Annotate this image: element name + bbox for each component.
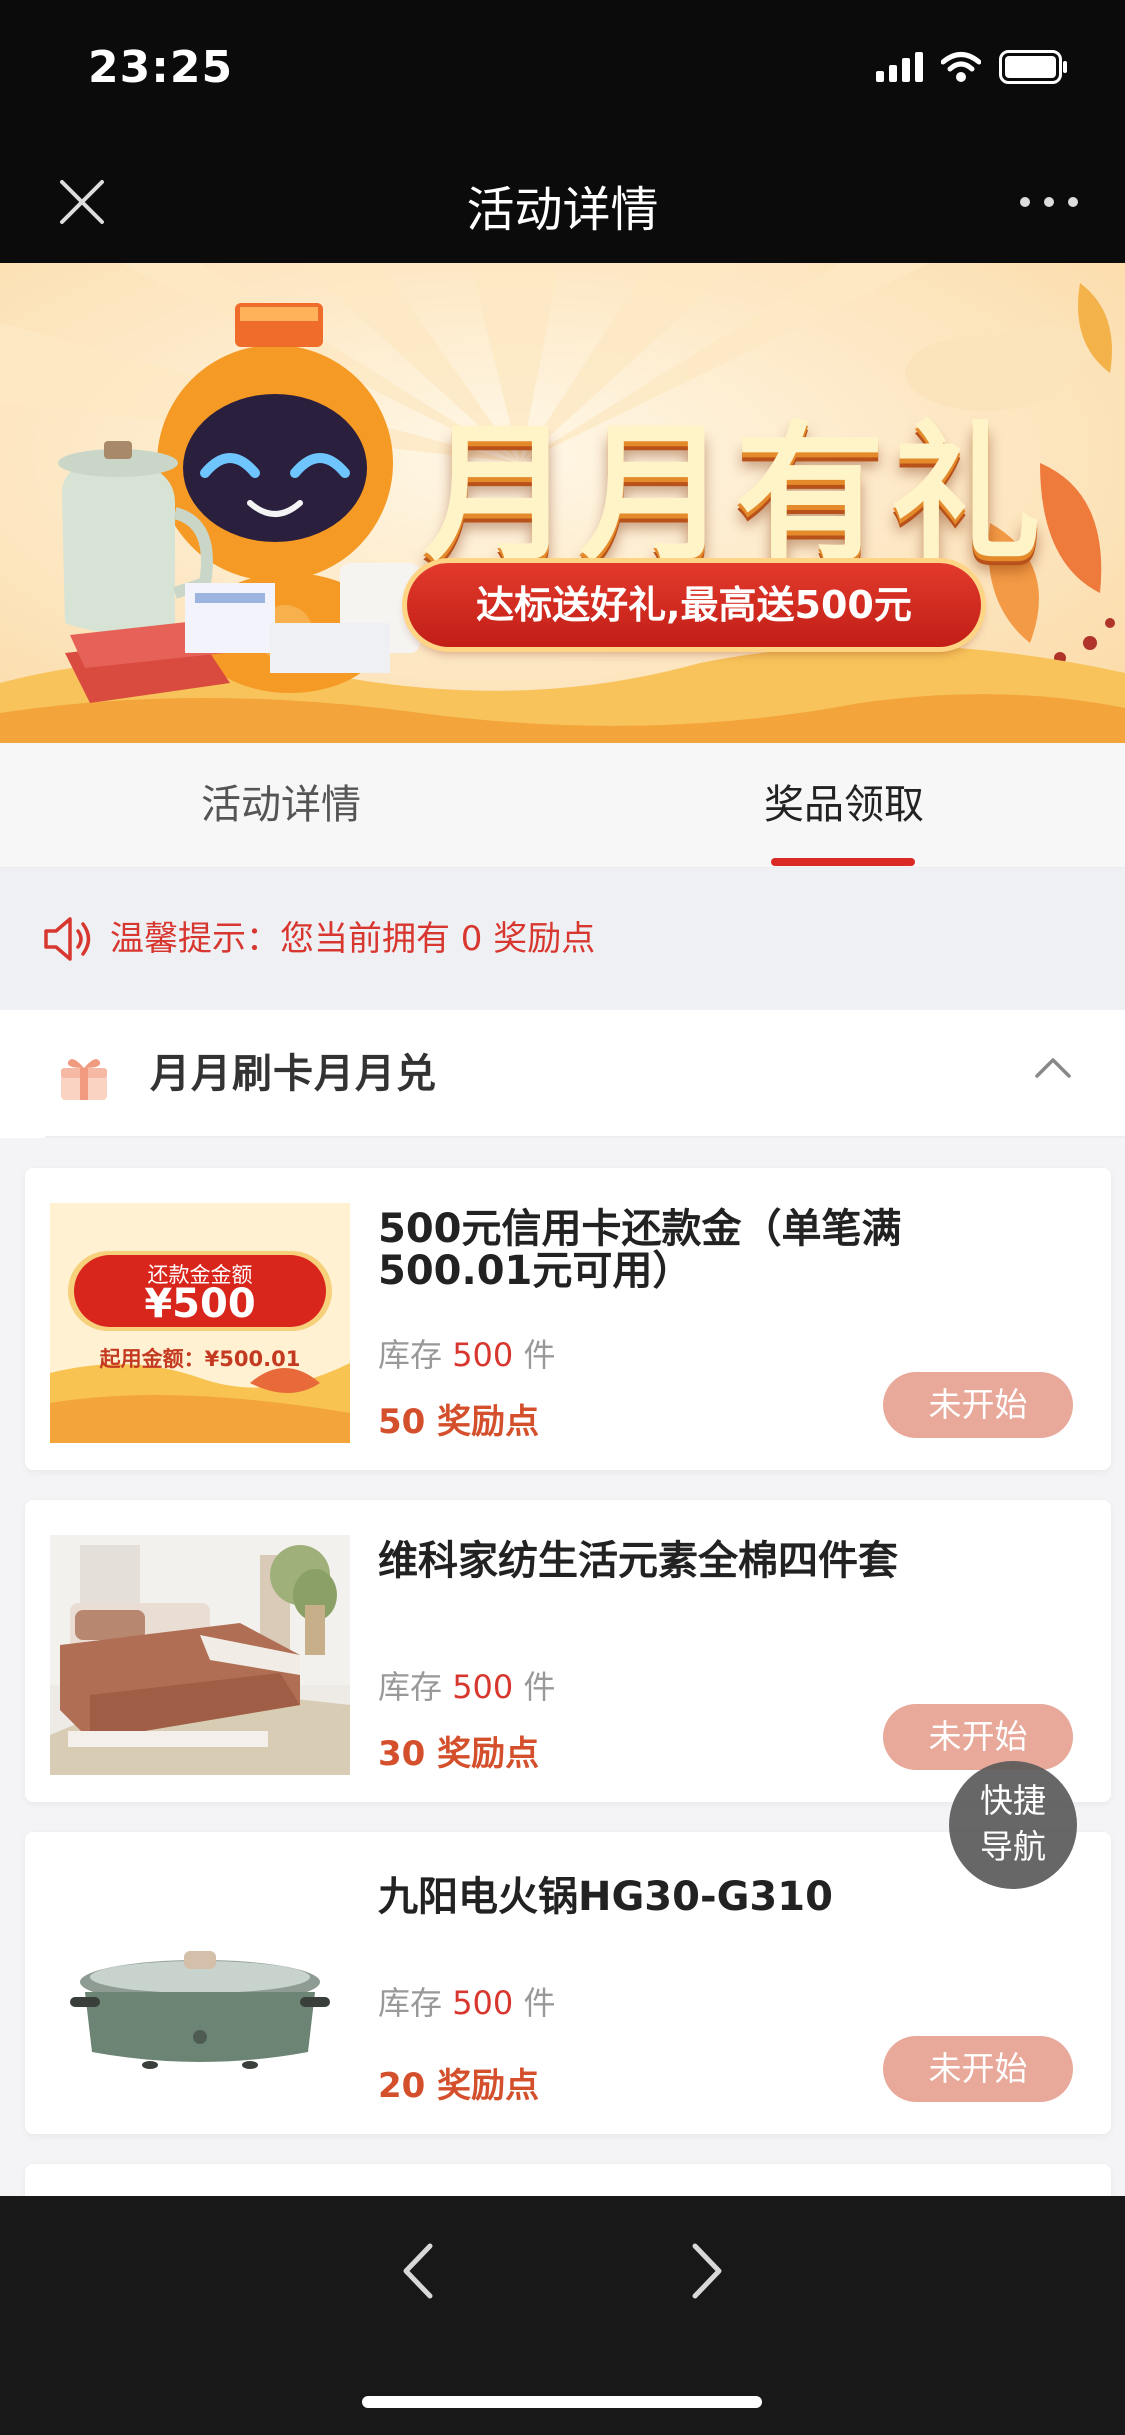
nav-bar: 活动详情 [0,140,1125,263]
browser-bottom-bar [0,2196,1125,2435]
page-title: 活动详情 [466,182,659,238]
tab-prize-claim[interactable]: 奖品领取 [563,743,1125,868]
product-points: 50 奖励点 [378,1402,540,1442]
product-image [50,1535,350,1775]
product-card[interactable]: 九阳电火锅HG30-G310 库存 500 件 20 奖励点 未开始 [25,1832,1111,2134]
product-points: 30 奖励点 [378,1734,540,1774]
product-stock: 库存 500 件 [378,1668,556,1706]
tab-activity-details[interactable]: 活动详情 [0,743,562,868]
not-started-button[interactable]: 未开始 [883,1704,1073,1770]
bedding-photo [50,1535,350,1775]
not-started-button[interactable]: 未开始 [883,2036,1073,2102]
coupon-amount: ¥500 [144,1281,256,1327]
notice-bar: 温馨提示：您当前拥有 0 奖励点 [0,868,1125,1010]
product-card[interactable]: 维科家纺生活元素全棉四件套 库存 500 件 30 奖励点 未开始 [25,1500,1111,1802]
speaker-icon [44,917,91,961]
battery-icon [999,50,1067,84]
product-title: 500元信用卡还款金（单笔满500.01元可用） [378,1206,902,1294]
promo-banner[interactable]: 月月有礼 达标送好礼,最高送500元 [0,263,1125,743]
gift-icon [61,1059,107,1100]
quick-nav-label: 导航 [980,1827,1046,1866]
active-tab-indicator [771,858,915,866]
product-title: 九阳电火锅HG30-G310 [378,1874,833,1920]
product-points: 20 奖励点 [378,2066,540,2106]
section-header[interactable]: 月月刷卡月月兑 [0,1010,1125,1138]
signal-icon [876,52,923,82]
status-icons [876,50,1069,84]
back-arrow-icon[interactable] [392,2236,442,2306]
product-stock: 库存 500 件 [378,1336,556,1374]
status-time: 23:25 [88,42,234,93]
product-list: 还款金金额 ¥500 起用金额：¥500.01 500元信用卡还款金（单笔满50… [0,1138,1125,2196]
wifi-icon [941,52,981,82]
forward-arrow-icon[interactable] [683,2236,733,2306]
product-card[interactable] [25,2164,1111,2196]
chevron-up-icon[interactable] [1031,1052,1075,1082]
product-title: 维科家纺生活元素全棉四件套 [378,1538,898,1584]
home-indicator [362,2396,762,2408]
product-image: 还款金金额 ¥500 起用金额：¥500.01 [50,1203,350,1443]
quick-nav-label: 快捷 [980,1781,1046,1820]
more-icon[interactable] [1013,170,1085,234]
product-image [50,1867,350,2107]
banner-subtitle: 达标送好礼,最高送500元 [476,583,912,627]
tab-bar: 活动详情 奖品领取 [0,743,1125,868]
product-card[interactable]: 还款金金额 ¥500 起用金额：¥500.01 500元信用卡还款金（单笔满50… [25,1168,1111,1470]
status-bar: 23:25 [0,0,1125,140]
hotpot-photo [50,1867,350,2107]
banner-title: 月月有礼 [422,408,1047,582]
not-started-button[interactable]: 未开始 [883,1372,1073,1438]
notice-text: 温馨提示：您当前拥有 0 奖励点 [110,919,596,959]
quick-nav-button[interactable]: 快捷 导航 [949,1761,1077,1889]
section-title: 月月刷卡月月兑 [150,1051,437,1097]
coupon-min-amount: 起用金额：¥500.01 [99,1347,301,1371]
product-stock: 库存 500 件 [378,1984,556,2022]
